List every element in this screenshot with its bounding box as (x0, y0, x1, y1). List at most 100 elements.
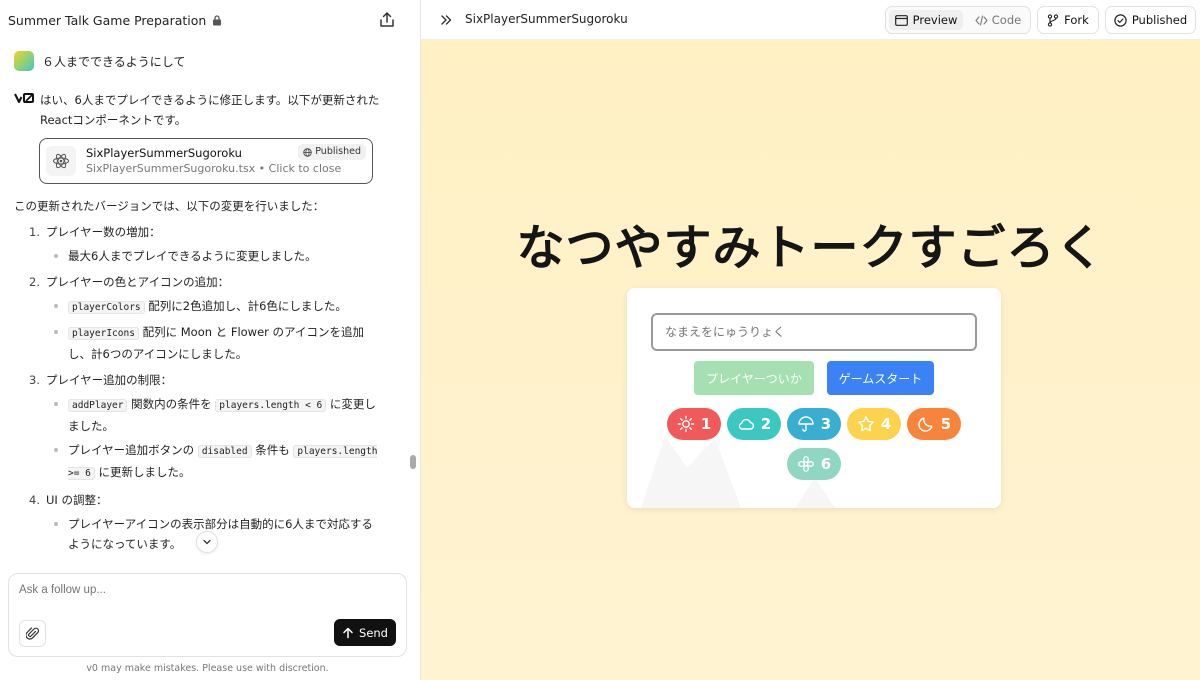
list-item: 3. プレイヤー追加の制限： (14, 370, 396, 390)
star-icon (857, 416, 874, 432)
arrow-up-icon (343, 627, 353, 638)
tab-code[interactable]: Code (968, 10, 1028, 30)
game-title: なつやすみトークすごろく (516, 220, 1105, 276)
list-item: 最大6人までプレイできるように変更しました。 (46, 246, 396, 266)
list-number: 3. (29, 373, 40, 387)
bullet-text: playerColors 配列に2色追加し、計6色にしました。 (68, 296, 380, 318)
code-snippet: playerIcons (68, 327, 139, 340)
share-icon[interactable] (378, 11, 396, 29)
code-snippet: addPlayer (68, 399, 128, 412)
bullet-text-part: に更新しました。 (94, 465, 191, 479)
fork-button-label: Fork (1064, 13, 1089, 27)
view-toggle: Preview Code (885, 6, 1031, 34)
follow-up-input[interactable] (19, 584, 389, 596)
code-snippet: disabled (197, 445, 252, 458)
assistant-message: はい、6人までプレイできるように修正します。以下が更新されたReactコンポーネ… (14, 90, 396, 554)
player-number: 4 (880, 415, 892, 433)
bullet (54, 330, 58, 334)
bullet-text-part: 条件も (251, 443, 294, 457)
list-item: プレイヤーアイコンの表示部分は自動的に6人まで対応するようになっています。 (46, 514, 396, 554)
published-button[interactable]: Published (1105, 6, 1196, 34)
preview-toolbar: SixPlayerSummerSugoroku Preview Code For… (421, 0, 1200, 40)
bullet (54, 254, 58, 258)
artifact-subtitle: SixPlayerSummerSugoroku.tsx • Click to c… (86, 162, 342, 175)
code-snippet: players.length < 6 (215, 399, 327, 412)
assistant-intro: はい、6人までプレイできるように修正します。以下が更新されたReactコンポーネ… (40, 93, 380, 127)
umbrella-icon (798, 416, 814, 432)
bullet-text: プレイヤー追加ボタンの disabled 条件も players.length … (68, 440, 380, 484)
bullet-text: addPlayer 関数内の条件を players.length < 6 に変更… (68, 394, 380, 436)
paperclip-icon (25, 627, 39, 640)
player-chip: 4 (847, 408, 901, 440)
sun-icon (677, 415, 694, 433)
list-item-title: UI の調整： (46, 493, 108, 507)
chat-panel: Summer Talk Game Preparation ６人までできるようにし… (0, 0, 421, 680)
chat-thread: ６人までできるようにして はい、6人までプレイできるように修正します。以下が更新… (0, 40, 408, 570)
message-composer: Send (8, 573, 407, 657)
bullet (54, 402, 58, 406)
list-item-title: プレイヤーの色とアイコンの追加： (46, 275, 230, 289)
list-item: addPlayer 関数内の条件を players.length < 6 に変更… (46, 394, 396, 436)
react-icon (46, 146, 76, 176)
list-item: playerColors 配列に2色追加し、計6色にしました。 (46, 296, 396, 318)
fork-button[interactable]: Fork (1037, 6, 1099, 34)
player-chip: 6 (787, 448, 841, 480)
player-chip: 1 (667, 408, 721, 440)
user-message-text: ６人までできるようにして (42, 54, 186, 69)
tab-code-label: Code (991, 13, 1022, 27)
cloud-icon (738, 418, 754, 430)
disclaimer-text: v0 may make mistakes. Please use with di… (86, 663, 329, 674)
send-button-label: Send (359, 625, 388, 640)
bullet-text: playerIcons 配列に Moon と Flower のアイコンを追加し、… (68, 322, 380, 364)
component-name: SixPlayerSummerSugoroku (465, 12, 628, 26)
change-description: この更新されたバージョンでは、以下の変更を行いました： (14, 199, 325, 213)
list-item: playerIcons 配列に Moon と Flower のアイコンを追加し、… (46, 322, 396, 364)
send-button[interactable]: Send (334, 619, 396, 646)
bullet-text: プレイヤーアイコンの表示部分は自動的に6人まで対応するようになっています。 (68, 517, 373, 551)
chevrons-right-icon[interactable] (439, 13, 453, 27)
list-item-title: プレイヤー追加の制限： (46, 373, 173, 387)
game-start-button[interactable]: ゲームスタート (827, 361, 934, 395)
list-item: 2. プレイヤーの色とアイコンの追加： (14, 272, 396, 292)
tab-preview-label: Preview (912, 13, 958, 27)
bullet (54, 304, 58, 308)
fork-icon (1048, 13, 1059, 27)
list-item-title: プレイヤー数の増加： (46, 225, 161, 239)
artifact-card[interactable]: SixPlayerSummerSugoroku SixPlayerSummerS… (39, 138, 373, 184)
code-icon (975, 14, 988, 26)
project-title[interactable]: Summer Talk Game Preparation (8, 13, 206, 28)
published-badge-label: Published (315, 146, 361, 157)
list-number: 1. (29, 225, 40, 239)
published-button-label: Published (1131, 13, 1188, 27)
bullet-text-part: プレイヤー追加ボタンの (68, 443, 198, 457)
player-name-input[interactable] (651, 313, 977, 351)
scroll-to-bottom-button[interactable] (196, 531, 218, 553)
lock-icon (213, 14, 222, 25)
preview-canvas: なつやすみトークすごろく プレイヤーついか ゲームスタート 1 2 3 4 5 (421, 40, 1200, 680)
tab-preview[interactable]: Preview (889, 10, 963, 30)
attach-button[interactable] (19, 620, 46, 647)
moon-icon (918, 417, 933, 432)
list-item: 1. プレイヤー数の増加： (14, 222, 396, 242)
bullet (54, 448, 58, 452)
bullet-text-part: 関数内の条件を (127, 397, 216, 411)
list-item: プレイヤー追加ボタンの disabled 条件も players.length … (46, 440, 396, 484)
published-badge: Published (298, 144, 366, 160)
globe-icon (303, 147, 312, 157)
window-icon (894, 14, 908, 26)
player-number: 5 (940, 415, 952, 433)
player-number: 3 (820, 415, 832, 433)
change-list: 1. プレイヤー数の増加： 最大6人までプレイできるように変更しました。 2. … (14, 222, 396, 554)
bullet-text: 最大6人までプレイできるように変更しました。 (68, 249, 317, 263)
player-number: 2 (760, 415, 772, 433)
flower-icon (797, 456, 814, 472)
list-item: 4. UI の調整： (14, 490, 396, 510)
player-chip: 2 (727, 408, 781, 440)
setup-card: プレイヤーついか ゲームスタート 1 2 3 4 5 6 (627, 288, 1001, 508)
avatar (14, 51, 34, 71)
player-number: 1 (700, 415, 712, 433)
player-number: 6 (820, 455, 832, 473)
scrollbar-thumb[interactable] (410, 455, 416, 469)
add-player-button[interactable]: プレイヤーついか (694, 361, 814, 395)
code-snippet: playerColors (68, 301, 145, 314)
